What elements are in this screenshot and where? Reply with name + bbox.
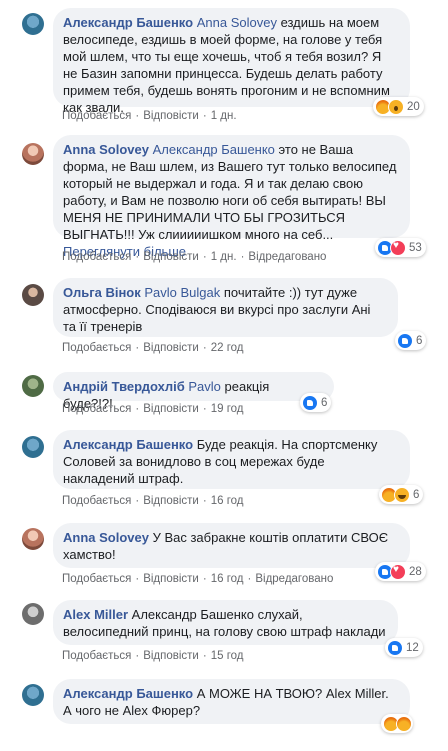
comment-mention[interactable]: Pavlo: [188, 379, 221, 394]
like-link[interactable]: Подобається: [62, 110, 131, 122]
edited-label[interactable]: Відредаговано: [255, 573, 333, 585]
angry-icon: [396, 715, 412, 732]
comment-bubble: Anna Solovey Александр Башенко это не Ва…: [53, 135, 410, 259]
comment-actions: Подобається · Відповісти · 19 год: [62, 403, 244, 415]
avatar[interactable]: [22, 284, 44, 306]
avatar[interactable]: [22, 13, 44, 35]
like-link[interactable]: Подобається: [62, 342, 131, 354]
reaction-summary[interactable]: 12: [385, 638, 423, 657]
comment-author[interactable]: Alex Miller: [63, 607, 128, 622]
comment-author[interactable]: Anna Solovey: [63, 142, 149, 157]
comment-actions: Подобається · Відповісти · 16 год: [62, 495, 244, 507]
reaction-summary[interactable]: 6: [379, 485, 424, 504]
reply-link[interactable]: Відповісти: [143, 573, 199, 585]
like-link[interactable]: Подобається: [62, 573, 131, 585]
comment-text: ездишь на моем велосипеде, ездишь в моей…: [63, 15, 390, 115]
haha-icon: [394, 486, 410, 503]
reply-link[interactable]: Відповісти: [143, 342, 199, 354]
comment-author[interactable]: Александр Башенко: [63, 686, 193, 701]
comment-time[interactable]: 16 год: [211, 495, 244, 507]
like-link[interactable]: Подобається: [62, 495, 131, 507]
avatar[interactable]: [22, 684, 44, 706]
comment-actions: Подобається · Відповісти · 1 дн.: [62, 110, 237, 122]
comment-feed: Александр Башенко Anna Solovey ездишь на…: [0, 0, 448, 751]
avatar[interactable]: [22, 528, 44, 550]
comment-bubble: Александр Башенко Буде реакція. На спорт…: [53, 430, 410, 489]
comment-actions: Подобається · Відповісти · 16 год · Відредагов…: [62, 573, 334, 585]
avatar[interactable]: [22, 436, 44, 458]
comment-author[interactable]: Андрій Твердохліб: [63, 379, 185, 394]
comment-author[interactable]: Александр Башенко: [63, 15, 193, 30]
like-icon: [387, 639, 403, 656]
reply-link[interactable]: Відповісти: [143, 110, 199, 122]
reaction-count: 53: [409, 241, 422, 254]
comment-actions: Подобається · Відповісти · 15 год: [62, 650, 244, 662]
edited-label[interactable]: Відредаговано: [248, 251, 326, 263]
comment-bubble: Александр Башенко А МОЖЕ НА ТВОЮ? Alex M…: [53, 679, 410, 724]
comment-mention[interactable]: Anna Solovey: [197, 15, 277, 30]
comment-author[interactable]: Ольга Вінок: [63, 285, 141, 300]
reply-link[interactable]: Відповісти: [143, 403, 199, 415]
reply-link[interactable]: Відповісти: [143, 251, 199, 263]
avatar[interactable]: [22, 143, 44, 165]
comment-time[interactable]: 22 год: [211, 342, 244, 354]
comment-time[interactable]: 1 дн.: [211, 251, 237, 263]
like-link[interactable]: Подобається: [62, 403, 131, 415]
reaction-summary[interactable]: 6: [300, 393, 332, 412]
comment-author[interactable]: Александр Башенко: [63, 437, 193, 452]
wow-icon: [388, 98, 404, 115]
comment-time[interactable]: 16 год: [211, 573, 244, 585]
reaction-summary[interactable]: [381, 714, 413, 733]
reaction-count: 12: [406, 641, 419, 654]
comment-mention[interactable]: Pavlo Bulgak: [144, 285, 220, 300]
reaction-count: 6: [321, 396, 328, 409]
reaction-summary[interactable]: 6: [395, 331, 427, 350]
like-icon: [397, 332, 413, 349]
comment-bubble: Ольга Вінок Pavlo Bulgak почитайте :)) т…: [53, 278, 398, 337]
reply-link[interactable]: Відповісти: [143, 495, 199, 507]
reply-link[interactable]: Відповісти: [143, 650, 199, 662]
avatar[interactable]: [22, 603, 44, 625]
comment-time[interactable]: 1 дн.: [211, 110, 237, 122]
reaction-count: 6: [416, 334, 423, 347]
comment-bubble: Alex Miller Александр Башенко слухай, ве…: [53, 600, 398, 645]
love-icon: [390, 239, 406, 256]
comment-author[interactable]: Anna Solovey: [63, 530, 149, 545]
comment-mention[interactable]: Александр Башенко: [153, 142, 275, 157]
like-link[interactable]: Подобається: [62, 251, 131, 263]
like-link[interactable]: Подобається: [62, 650, 131, 662]
reaction-summary[interactable]: 20: [373, 97, 424, 116]
comment-actions: Подобається · Відповісти · 1 дн. · Відредагова…: [62, 251, 327, 263]
reaction-summary[interactable]: 28: [375, 562, 426, 581]
comment-bubble: Андрій Твердохліб Pavlo реакція буде?!?!: [53, 372, 334, 411]
reaction-summary[interactable]: 53: [375, 238, 426, 257]
love-icon: [390, 563, 406, 580]
comment-bubble: Александр Башенко Anna Solovey ездишь на…: [53, 8, 410, 115]
avatar[interactable]: [22, 375, 44, 397]
reaction-count: 6: [413, 488, 420, 501]
comment-actions: Подобається · Відповісти · 22 год: [62, 342, 244, 354]
comment-time[interactable]: 19 год: [211, 403, 244, 415]
reaction-count: 20: [407, 100, 420, 113]
comment-bubble: Anna Solovey У Вас забракне коштів оплат…: [53, 523, 410, 568]
reaction-count: 28: [409, 565, 422, 578]
comment-time[interactable]: 15 год: [211, 650, 244, 662]
comment-text: это не Ваша форма, не Ваш шлем, из Вашег…: [63, 142, 397, 242]
like-icon: [302, 394, 318, 411]
